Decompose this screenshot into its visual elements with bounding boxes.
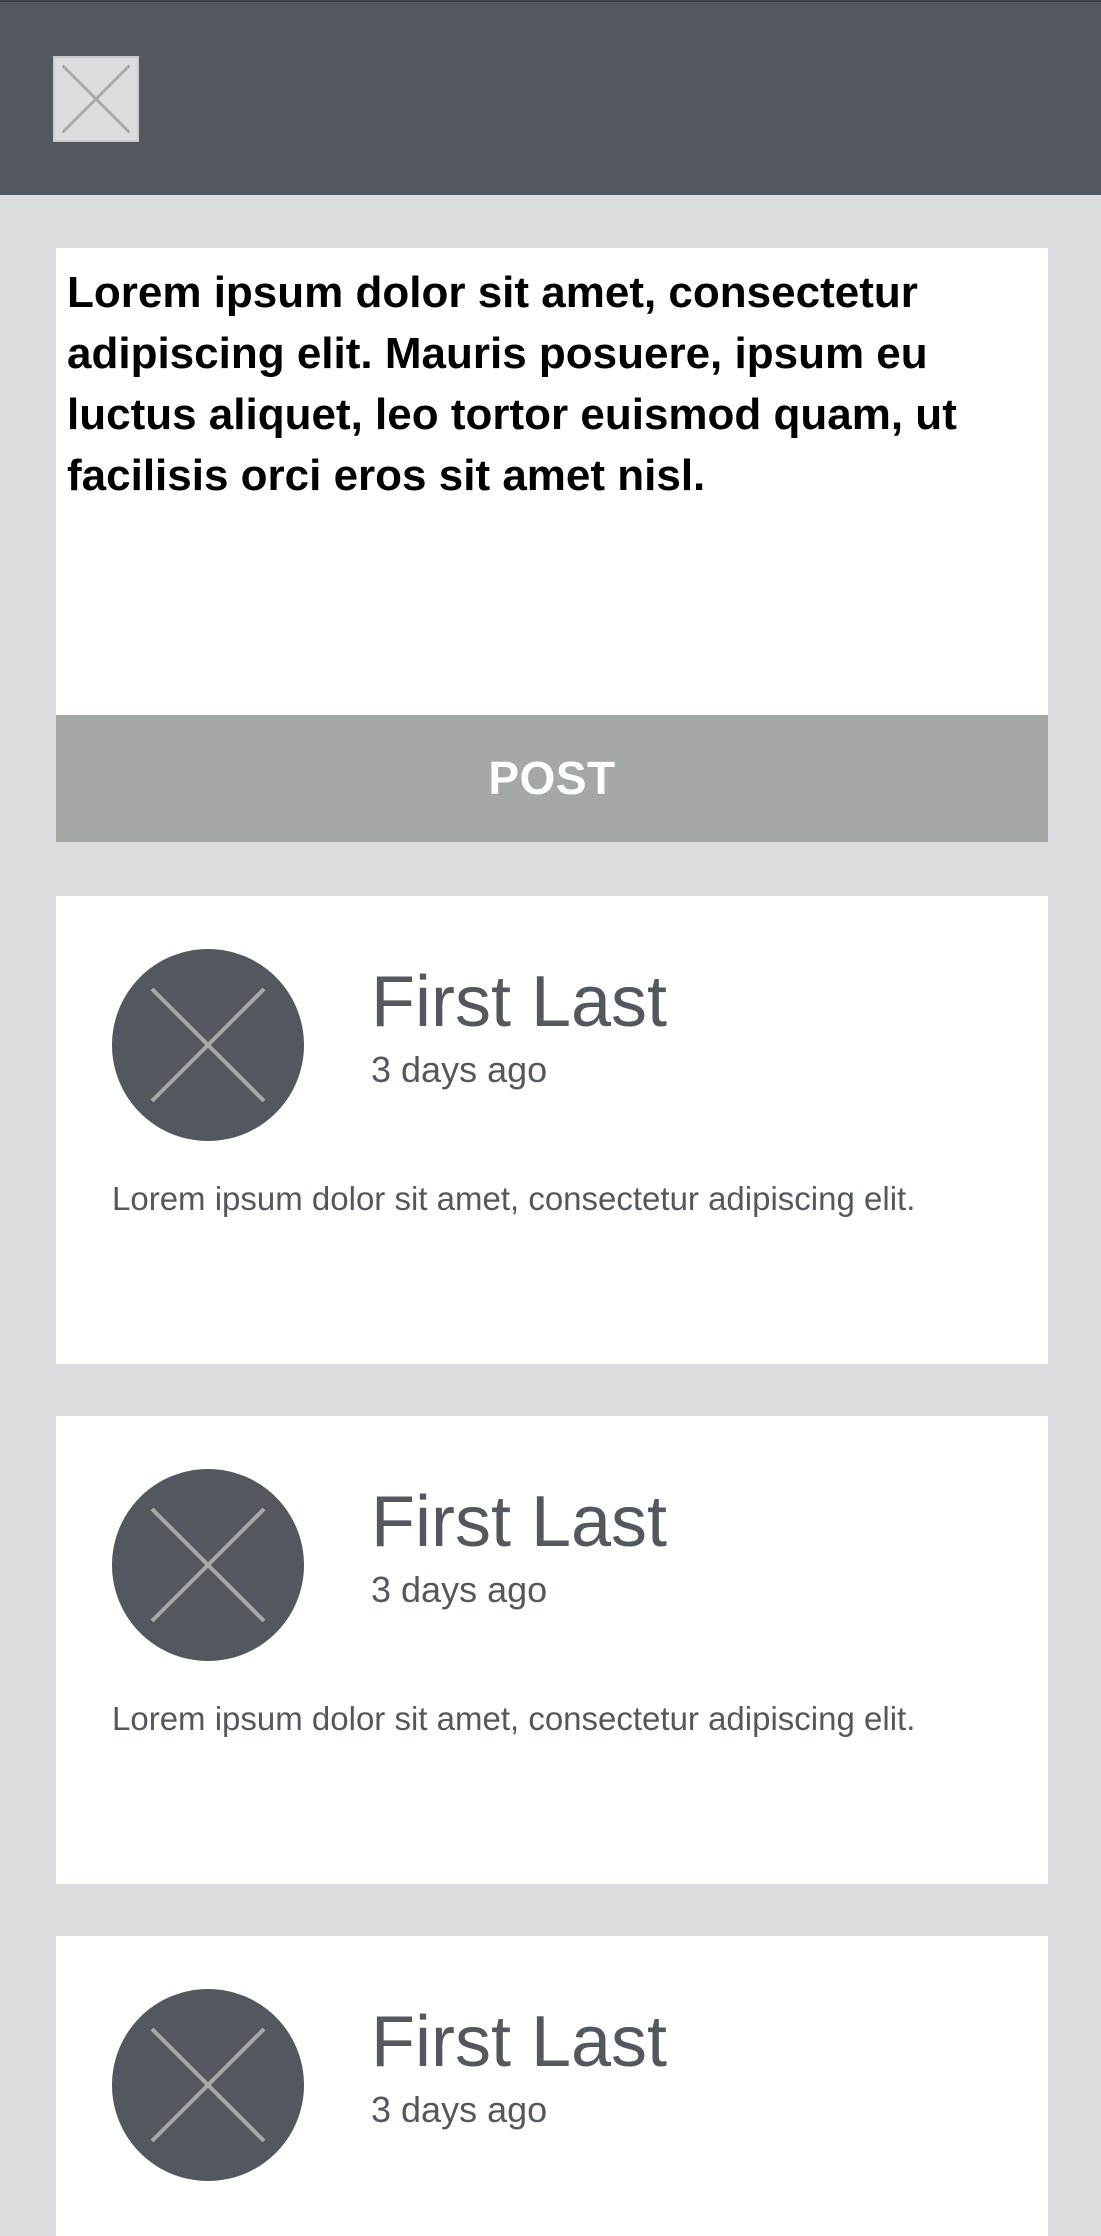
feed-card: First Last 3 days ago Lorem ipsum dolor … — [56, 896, 1048, 1364]
post-body: Lorem ipsum dolor sit amet, consectetur … — [112, 1700, 916, 1737]
post-timestamp: 3 days ago — [371, 1049, 548, 1090]
post-body: Lorem ipsum dolor sit amet, consectetur … — [112, 1180, 916, 1217]
author-name[interactable]: First Last — [371, 1482, 667, 1562]
placeholder-image-icon[interactable] — [53, 56, 139, 142]
placeholder-cross-icon — [61, 64, 131, 134]
avatar[interactable] — [112, 949, 304, 1141]
composer-text-area[interactable]: Lorem ipsum dolor sit amet, consectetur … — [67, 262, 1037, 506]
feed-card: First Last 3 days ago — [56, 1936, 1048, 2236]
app-header — [0, 0, 1101, 195]
avatar[interactable] — [112, 1469, 304, 1661]
author-name[interactable]: First Last — [371, 2002, 667, 2082]
feed-card: First Last 3 days ago Lorem ipsum dolor … — [56, 1416, 1048, 1884]
placeholder-avatar-icon — [150, 1507, 266, 1623]
author-name[interactable]: First Last — [371, 962, 667, 1042]
post-timestamp: 3 days ago — [371, 2089, 548, 2130]
avatar[interactable] — [112, 1989, 304, 2181]
placeholder-avatar-icon — [150, 2027, 266, 2143]
placeholder-avatar-icon — [150, 987, 266, 1103]
post-composer: Lorem ipsum dolor sit amet, consectetur … — [56, 248, 1048, 842]
post-button[interactable]: POST — [56, 715, 1048, 842]
post-timestamp: 3 days ago — [371, 1569, 548, 1610]
